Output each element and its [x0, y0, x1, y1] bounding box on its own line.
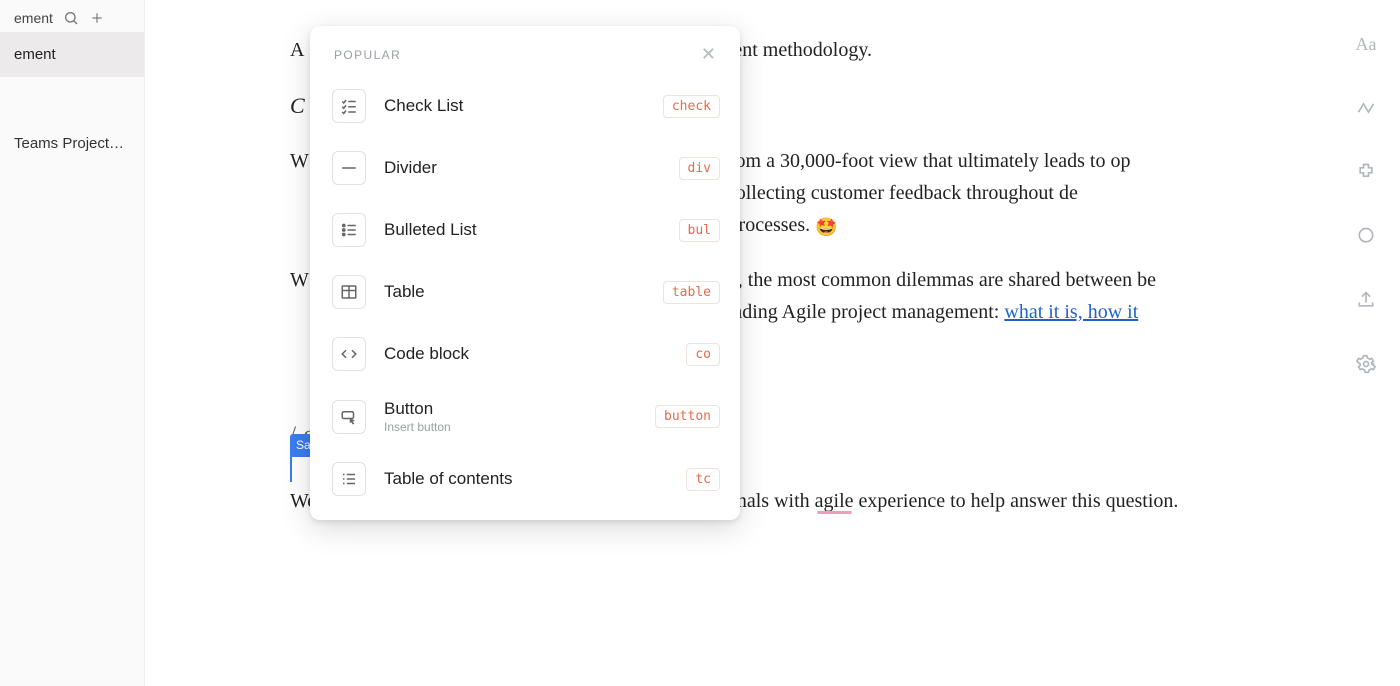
- comment-icon[interactable]: [1352, 222, 1380, 250]
- sidebar-item-label: ement: [14, 46, 56, 63]
- zigzag-icon[interactable]: [1352, 94, 1380, 122]
- left-sidebar: ement ement Teams Project…: [0, 0, 145, 686]
- option-shortcut: button: [655, 405, 720, 428]
- extension-icon[interactable]: [1352, 158, 1380, 186]
- option-label: Bulleted List: [384, 220, 661, 240]
- table-icon: [332, 275, 366, 309]
- slash-command-popup: POPULAR ✕ Check List check Divider div B…: [310, 26, 740, 520]
- option-label: Check List: [384, 96, 645, 116]
- inline-link[interactable]: what it is, how it: [1004, 301, 1138, 323]
- share-icon[interactable]: [1352, 286, 1380, 314]
- close-icon[interactable]: ✕: [697, 40, 720, 69]
- sidebar-item-current-page[interactable]: ement: [0, 32, 144, 77]
- option-shortcut: bul: [679, 219, 720, 242]
- option-shortcut: table: [663, 281, 720, 304]
- sidebar-item-teams-project[interactable]: Teams Project…: [0, 121, 144, 166]
- workspace-header: ement: [0, 0, 144, 32]
- popup-section-heading: POPULAR: [334, 48, 401, 62]
- collab-cursor-line: [290, 452, 292, 482]
- checklist-icon: [332, 89, 366, 123]
- divider-icon: [332, 151, 366, 185]
- option-shortcut: div: [679, 157, 720, 180]
- text-style-icon[interactable]: Aa: [1352, 30, 1380, 58]
- option-button[interactable]: Button Insert button button: [310, 385, 740, 448]
- option-label: Table: [384, 282, 645, 302]
- option-shortcut: tc: [686, 468, 720, 491]
- option-check-list[interactable]: Check List check: [310, 75, 740, 137]
- option-shortcut: co: [686, 343, 720, 366]
- option-table-of-contents[interactable]: Table of contents tc: [310, 448, 740, 510]
- option-label: Divider: [384, 158, 661, 178]
- settings-icon[interactable]: [1352, 350, 1380, 378]
- right-rail: Aa: [1346, 30, 1386, 378]
- option-table[interactable]: Table table: [310, 261, 740, 323]
- star-struck-emoji: 🤩: [815, 217, 837, 237]
- option-label: Button: [384, 399, 637, 419]
- option-label: Table of contents: [384, 469, 668, 489]
- option-bulleted-list[interactable]: Bulleted List bul: [310, 199, 740, 261]
- plus-icon[interactable]: [89, 10, 105, 26]
- button-icon: [332, 400, 366, 434]
- code-icon: [332, 337, 366, 371]
- workspace-title-fragment: ement: [14, 10, 53, 26]
- option-shortcut: check: [663, 95, 720, 118]
- option-code-block[interactable]: Code block co: [310, 323, 740, 385]
- option-sublabel: Insert button: [384, 420, 637, 434]
- option-label: Code block: [384, 344, 668, 364]
- option-divider[interactable]: Divider div: [310, 137, 740, 199]
- search-icon[interactable]: [63, 10, 79, 26]
- table-of-contents-icon: [332, 462, 366, 496]
- bulleted-list-icon: [332, 213, 366, 247]
- spellcheck-word[interactable]: agile: [815, 490, 854, 512]
- sidebar-item-label: Teams Project…: [14, 135, 124, 152]
